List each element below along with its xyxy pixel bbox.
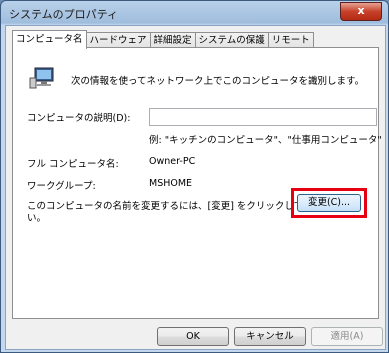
- description-label: コンピュータの説明(D):: [27, 113, 131, 124]
- description-example: 例: "キッチンのコンピュータ"、"仕事用コンピュータ": [149, 135, 382, 146]
- computer-network-icon: [29, 67, 54, 89]
- tab-remote[interactable]: リモート: [267, 32, 314, 48]
- description-input[interactable]: [149, 108, 377, 126]
- ok-button[interactable]: OK: [157, 327, 229, 346]
- title-bar[interactable]: システムのプロパティ x: [1, 1, 388, 25]
- rename-instruction-line2: い。: [27, 213, 47, 224]
- full-name-label: フル コンピュータ名:: [27, 159, 119, 170]
- dialog-client-area: コンピュータ名 ハードウェア 詳細設定 システムの保護 リモート 次の情報を使っ…: [5, 25, 386, 350]
- workgroup-label: ワークグループ:: [27, 181, 96, 192]
- window-title: システムのプロパティ: [9, 8, 119, 21]
- apply-button[interactable]: 適用(A): [311, 327, 383, 346]
- workgroup-value: MSHOME: [149, 178, 193, 189]
- cancel-button[interactable]: キャンセル: [234, 327, 306, 346]
- change-button[interactable]: 変更(C)...: [297, 194, 361, 212]
- rename-instruction-line1: このコンピュータの名前を変更するには、[変更] をクリックしてくださ: [27, 201, 332, 212]
- close-button[interactable]: x: [340, 2, 382, 21]
- tab-system-protection[interactable]: システムの保護: [194, 32, 269, 48]
- tab-computer-name[interactable]: コンピュータ名: [12, 30, 87, 49]
- full-name-value: Owner-PC: [149, 156, 196, 167]
- tab-hardware[interactable]: ハードウェア: [85, 32, 151, 48]
- system-properties-window: システムのプロパティ x コンピュータ名 ハードウェア 詳細設定 システムの保護…: [0, 0, 389, 353]
- tab-strip: コンピュータ名 ハードウェア 詳細設定 システムの保護 リモート: [12, 30, 314, 49]
- intro-text: 次の情報を使ってネットワーク上でこのコンピュータを識別します。: [71, 76, 365, 87]
- tab-advanced[interactable]: 詳細設定: [149, 32, 196, 48]
- computer-name-panel: 次の情報を使ってネットワーク上でこのコンピュータを識別します。 コンピュータの説…: [12, 47, 382, 319]
